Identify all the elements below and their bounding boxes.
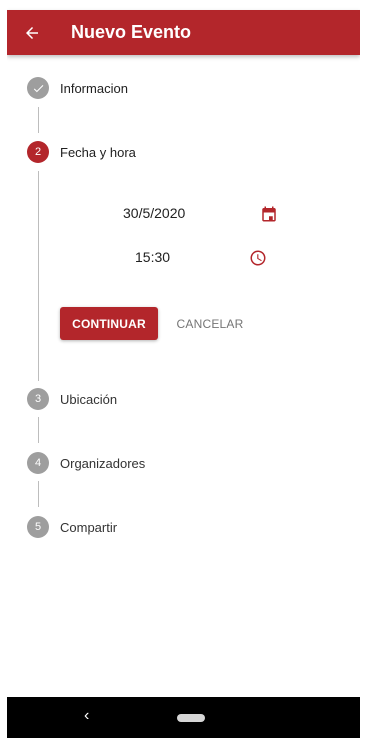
back-button[interactable] [7, 10, 57, 55]
cancel-button[interactable]: CANCELAR [170, 307, 250, 340]
step-connector [38, 107, 39, 133]
page-title: Nuevo Evento [71, 22, 192, 42]
step-2-circle: 2 [27, 141, 49, 163]
clock-icon [250, 250, 266, 266]
step-2-label: Fecha y hora [60, 144, 136, 160]
step-fecha-y-hora[interactable]: 2 Fecha y hora [27, 141, 136, 163]
step-4-label: Organizadores [60, 455, 146, 471]
step-connector [38, 481, 39, 507]
time-value: 15:30 [135, 249, 171, 265]
step-3-circle: 3 [27, 388, 49, 410]
app-bar: Nuevo Evento [7, 10, 360, 55]
step-5-circle: 5 [27, 516, 49, 538]
step-connector [38, 171, 39, 381]
date-value: 30/5/2020 [123, 205, 186, 221]
arrow-left-icon [26, 26, 38, 39]
step-ubicacion[interactable]: 3 Ubicación [27, 388, 117, 410]
system-nav-bar: ‹ [7, 697, 360, 738]
time-field[interactable]: 15:30 [135, 249, 170, 265]
step-5-label: Compartir [60, 519, 118, 535]
nav-back-icon[interactable]: ‹ [84, 707, 89, 725]
calendar-icon [262, 206, 276, 222]
step-organizadores[interactable]: 4 Organizadores [27, 452, 145, 474]
continue-button[interactable]: CONTINUAR [60, 307, 158, 340]
step-3-label: Ubicación [60, 391, 118, 407]
step-informacion[interactable]: Informacion [27, 77, 128, 99]
date-field[interactable]: 30/5/2020 [123, 205, 185, 221]
step-connector [38, 417, 39, 443]
step-4-circle: 4 [27, 452, 49, 474]
step-1-label: Informacion [60, 80, 128, 96]
step-compartir[interactable]: 5 Compartir [27, 516, 117, 538]
time-picker-button[interactable] [246, 246, 270, 270]
date-picker-button[interactable] [257, 202, 281, 226]
screen: Nuevo Evento Informacion 2 Fecha y hora … [7, 0, 360, 738]
home-pill-icon[interactable] [177, 714, 205, 722]
step-1-circle [27, 77, 49, 99]
check-icon [33, 84, 43, 92]
